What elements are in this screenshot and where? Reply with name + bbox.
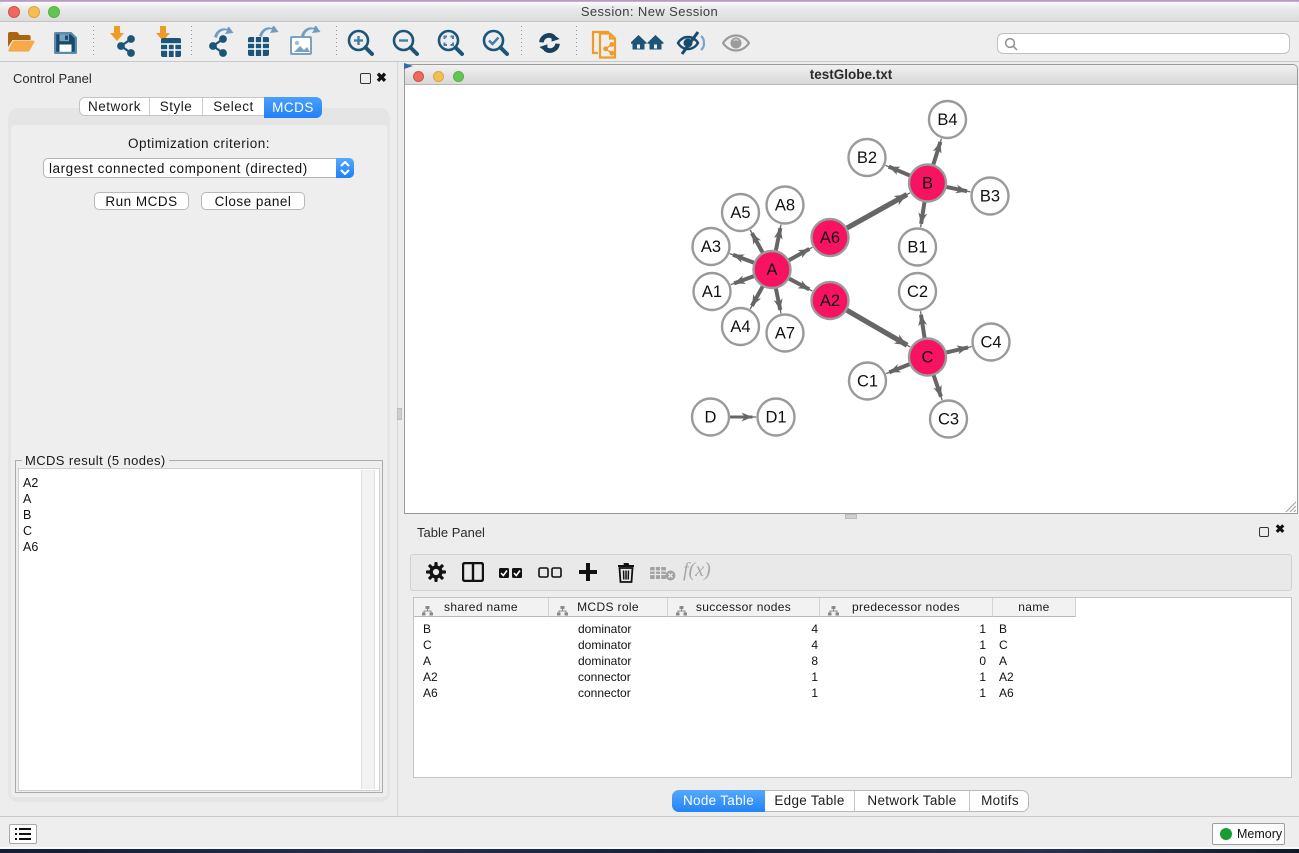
- svg-text:A: A: [766, 261, 777, 279]
- svg-text:A5: A5: [730, 204, 750, 222]
- svg-text:A2: A2: [820, 292, 840, 310]
- svg-text:C2: C2: [907, 283, 928, 301]
- svg-text:B2: B2: [857, 149, 877, 167]
- svg-text:D: D: [705, 409, 717, 427]
- svg-text:A4: A4: [730, 318, 750, 336]
- svg-text:B4: B4: [937, 111, 957, 129]
- svg-text:C3: C3: [938, 411, 959, 429]
- svg-text:A1: A1: [702, 283, 722, 301]
- svg-text:D1: D1: [765, 409, 786, 427]
- svg-text:A6: A6: [820, 229, 840, 247]
- svg-text:A3: A3: [701, 238, 721, 256]
- svg-text:B3: B3: [980, 188, 1000, 206]
- svg-text:B: B: [922, 175, 933, 193]
- svg-text:C1: C1: [857, 373, 878, 391]
- svg-text:A8: A8: [775, 197, 795, 215]
- svg-text:A7: A7: [775, 325, 795, 343]
- svg-text:B1: B1: [907, 239, 927, 257]
- svg-text:C: C: [922, 349, 934, 367]
- svg-text:C4: C4: [980, 334, 1001, 352]
